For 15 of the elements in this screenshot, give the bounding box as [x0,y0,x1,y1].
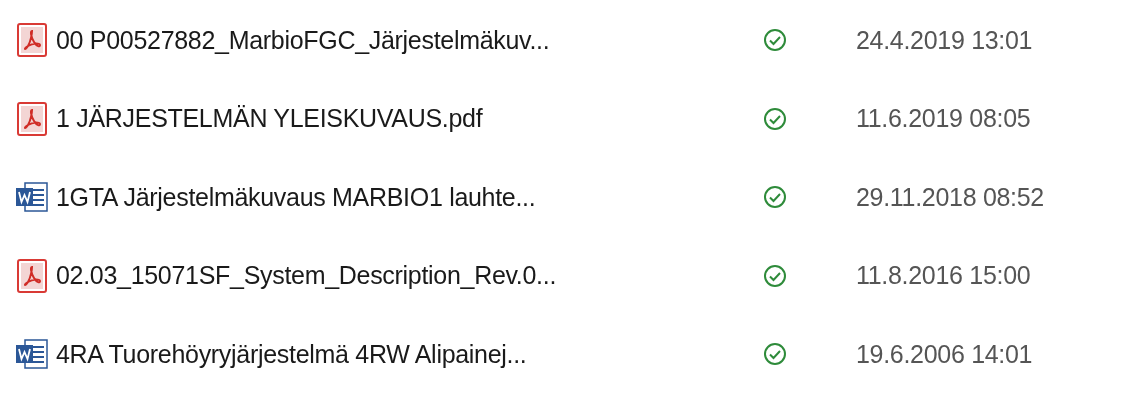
pdf-file-icon [17,258,47,293]
file-name[interactable]: 1 JÄRJESTELMÄN YLEISKUVAUS.pdf [56,104,686,134]
word-file-icon [15,181,49,214]
file-name[interactable]: 02.03_15071SF_System_Description_Rev.0... [56,261,686,291]
modified-date: 29.11.2018 08:52 [856,182,1045,212]
word-file-icon [15,338,49,371]
modified-date: 11.6.2019 08:05 [856,104,1032,134]
modified-date: 19.6.2006 14:01 [856,339,1034,369]
pdf-file-icon [17,23,47,58]
file-name[interactable]: 4RA Tuorehöyryjärjestelmä 4RW Alipainej... [56,339,686,369]
pdf-file-icon [17,101,47,136]
file-name[interactable]: 00 P00527882_MarbioFGC_Järjestelmäkuv... [56,25,686,55]
file-name[interactable]: 1GTA Järjestelmäkuvaus MARBIO1 lauhte... [56,182,686,212]
modified-date: 24.4.2019 13:01 [856,25,1034,55]
modified-date: 11.8.2016 15:00 [856,261,1032,291]
